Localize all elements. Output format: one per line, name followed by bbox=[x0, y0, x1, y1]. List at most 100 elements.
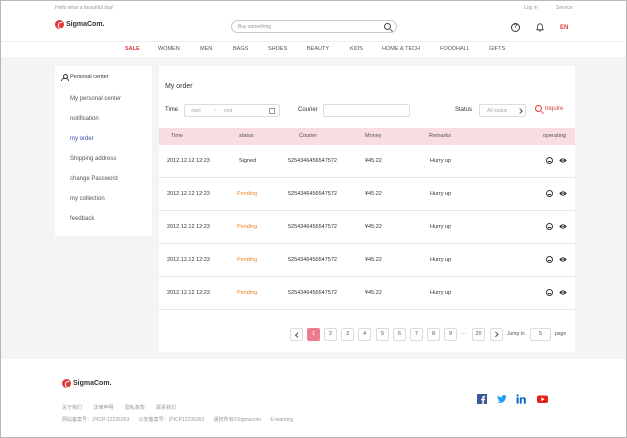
footer-logo[interactable]: SigmaCom. bbox=[62, 379, 112, 388]
page-button-6[interactable]: 6 bbox=[393, 328, 406, 341]
logo-icon bbox=[55, 20, 64, 29]
youtube-icon[interactable] bbox=[537, 394, 548, 404]
help-icon[interactable]: ? bbox=[511, 23, 520, 32]
sidebar-header-label: Personal center bbox=[70, 74, 109, 80]
cell-money: ¥45.22 bbox=[365, 290, 382, 296]
nav-item-gifts[interactable]: GIFTS bbox=[489, 46, 505, 52]
minus-circle-icon[interactable] bbox=[546, 289, 553, 296]
nav-item-sale[interactable]: SALE bbox=[125, 46, 140, 52]
minus-circle-icon[interactable] bbox=[546, 190, 553, 197]
courier-input[interactable] bbox=[323, 104, 410, 117]
linkedin-icon[interactable] bbox=[516, 394, 526, 404]
eye-icon[interactable] bbox=[559, 157, 567, 164]
sidebar-item-feedback[interactable]: feedback bbox=[70, 216, 94, 222]
nav-item-foodhall[interactable]: FOODHALL bbox=[440, 46, 470, 52]
nav-item-men[interactable]: MEN bbox=[200, 46, 212, 52]
column-header-operating: operating bbox=[543, 133, 566, 139]
footer-link-contact[interactable]: 联系我们 bbox=[156, 405, 176, 411]
table-row: 2012.12.12 12:23 Pending 525434645654757… bbox=[159, 178, 575, 211]
cell-money: ¥45.22 bbox=[365, 191, 382, 197]
nav-item-kids[interactable]: KIDS bbox=[350, 46, 363, 52]
page-button-2[interactable]: 2 bbox=[324, 328, 337, 341]
facebook-icon[interactable] bbox=[477, 394, 487, 404]
column-header-money: Money bbox=[365, 133, 382, 139]
date-range-picker[interactable]: start ~ end bbox=[184, 104, 280, 117]
cell-status: Pending bbox=[237, 290, 258, 296]
cell-remarks: Hurry up bbox=[430, 290, 452, 296]
minus-circle-icon[interactable] bbox=[546, 157, 553, 164]
date-start-placeholder: start bbox=[191, 108, 201, 114]
cell-time: 2012.12.12 12:23 bbox=[167, 191, 210, 197]
category-nav: SALE WOMEN MEN BAGS SHOES BEAUTY KIDS HO… bbox=[1, 41, 626, 57]
sidebar-item-my-order[interactable]: my order bbox=[70, 136, 94, 142]
page-button-8[interactable]: 8 bbox=[427, 328, 440, 341]
status-select[interactable]: All status bbox=[479, 104, 526, 117]
next-page-button[interactable] bbox=[490, 328, 503, 341]
page-button-5[interactable]: 5 bbox=[376, 328, 389, 341]
page-button-4[interactable]: 4 bbox=[358, 328, 371, 341]
sidebar-item-shipping-address[interactable]: Shipping address bbox=[70, 156, 116, 162]
nav-item-shoes[interactable]: SHOES bbox=[268, 46, 287, 52]
page-button-3[interactable]: 3 bbox=[341, 328, 354, 341]
inquire-label: Inquire bbox=[545, 105, 564, 112]
courier-label: Courier bbox=[298, 107, 318, 113]
minus-circle-icon[interactable] bbox=[546, 256, 553, 263]
nav-item-beauty[interactable]: BEAUTY bbox=[307, 46, 329, 52]
chevron-right-icon bbox=[493, 332, 499, 338]
jump-page-input[interactable]: 5 bbox=[530, 328, 551, 341]
header: SigmaCom. ? EN bbox=[1, 15, 626, 39]
jump-to-label: Jump to bbox=[507, 331, 525, 337]
cell-money: ¥45.22 bbox=[365, 158, 382, 164]
footer-logo-text: SigmaCom. bbox=[73, 380, 112, 387]
copyright-text: 版权所有©Sigmacom bbox=[213, 417, 261, 423]
search-input[interactable] bbox=[238, 23, 378, 31]
cell-courier: 5254346456547572 bbox=[288, 224, 337, 230]
sidebar: Personal center My personal center notif… bbox=[55, 66, 152, 236]
footer-link-privacy[interactable]: 隐私条款 bbox=[125, 405, 145, 411]
page-button-7[interactable]: 7 bbox=[410, 328, 423, 341]
page-button-1[interactable]: 1 bbox=[307, 328, 320, 341]
page-title: My order bbox=[165, 83, 193, 90]
footer-link-legal[interactable]: 法律声明 bbox=[93, 405, 113, 411]
sidebar-item-notification[interactable]: notification bbox=[70, 116, 99, 122]
search-icon bbox=[535, 105, 542, 112]
page-button-last[interactable]: 20 bbox=[472, 328, 485, 341]
bell-icon[interactable] bbox=[536, 23, 544, 32]
prev-page-button[interactable] bbox=[290, 328, 303, 341]
sidebar-header: Personal center bbox=[61, 74, 109, 81]
eye-icon[interactable] bbox=[559, 289, 567, 296]
search-icon[interactable] bbox=[384, 23, 391, 30]
content-area: Personal center My personal center notif… bbox=[1, 57, 626, 359]
search-box bbox=[231, 20, 397, 33]
sidebar-item-my-collection[interactable]: my collection bbox=[70, 196, 105, 202]
eye-icon[interactable] bbox=[559, 256, 567, 263]
page-button-9[interactable]: 9 bbox=[444, 328, 457, 341]
nav-item-women[interactable]: WOMEN bbox=[158, 46, 180, 52]
cell-time: 2012.12.12 12:23 bbox=[167, 257, 210, 263]
minus-circle-icon[interactable] bbox=[546, 223, 553, 230]
cell-remarks: Hurry up bbox=[430, 158, 452, 164]
login-link[interactable]: Log in bbox=[524, 5, 538, 11]
page-label: page bbox=[555, 331, 567, 337]
browser-frame: Hello what a beautiful day! Log in Servi… bbox=[0, 0, 627, 438]
cell-remarks: Hurry up bbox=[430, 257, 452, 263]
eye-icon[interactable] bbox=[559, 223, 567, 230]
eye-icon[interactable] bbox=[559, 190, 567, 197]
sidebar-item-personal-center[interactable]: My personal center bbox=[70, 96, 121, 102]
service-link[interactable]: Service bbox=[556, 5, 573, 11]
nav-item-home-tech[interactable]: HOME & TECH bbox=[382, 46, 420, 52]
footer-link-about[interactable]: 关于我们 bbox=[62, 405, 82, 411]
inquire-button[interactable]: Inquire bbox=[535, 105, 563, 112]
sidebar-item-change-password[interactable]: change Password bbox=[70, 176, 118, 182]
footer-copyright: 网站备案号：沪ICP-12235353 公安备案号：沪ICP12235353 版… bbox=[62, 416, 301, 423]
column-header-time: Time bbox=[171, 133, 184, 139]
nav-item-bags[interactable]: BAGS bbox=[233, 46, 248, 52]
table-row: 2012.12.12 12:23 Signed 5254346456547572… bbox=[159, 145, 575, 178]
logo[interactable]: SigmaCom. bbox=[55, 20, 105, 29]
cell-time: 2012.12.12 12:23 bbox=[167, 224, 210, 230]
column-header-remarks: Remarks bbox=[429, 133, 452, 139]
status-label: Status bbox=[455, 107, 473, 113]
twitter-icon[interactable] bbox=[497, 394, 507, 404]
language-switch[interactable]: EN bbox=[560, 25, 568, 31]
cell-status: Signed bbox=[239, 158, 257, 164]
